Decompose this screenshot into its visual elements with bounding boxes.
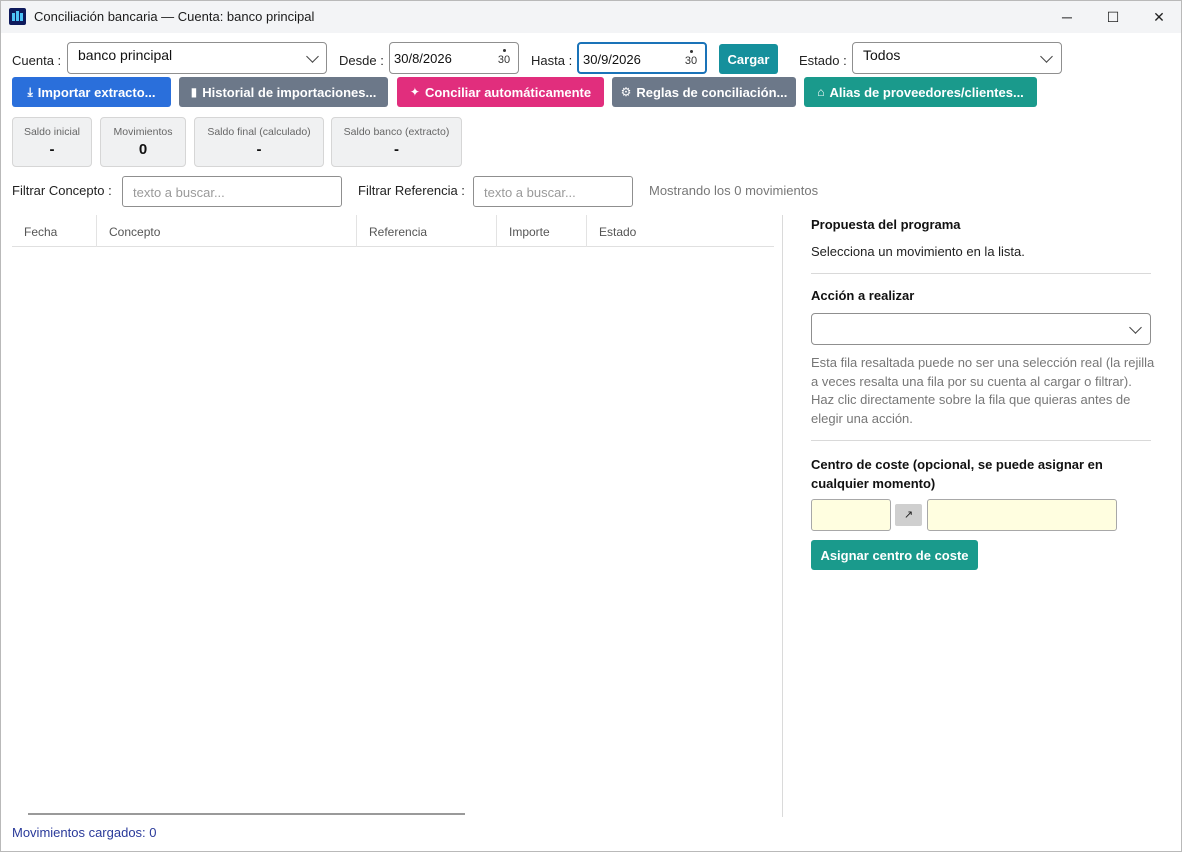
calendar-icon[interactable]: 30	[496, 47, 512, 69]
cuenta-select[interactable]: banco principal	[67, 42, 327, 74]
open-link-icon[interactable]: ↗	[895, 504, 922, 526]
hasta-date-picker[interactable]: 30/9/2026 30	[577, 42, 707, 74]
column-header-referencia[interactable]: Referencia	[357, 215, 497, 247]
estado-select[interactable]: Todos	[852, 42, 1062, 74]
historial-importaciones-button[interactable]: ▮ Historial de importaciones...	[179, 77, 388, 107]
saldo-final-label: Saldo final (calculado)	[207, 126, 311, 138]
column-header-importe[interactable]: Importe	[497, 215, 587, 247]
gear-icon: ⚙	[620, 85, 632, 99]
saldo-banco-label: Saldo banco (extracto)	[343, 126, 450, 138]
saldo-banco-value: -	[394, 141, 399, 158]
panel-divider[interactable]	[782, 215, 783, 817]
asignar-centro-coste-button[interactable]: Asignar centro de coste	[811, 540, 978, 570]
column-header-estado[interactable]: Estado	[587, 215, 774, 247]
movimientos-card: Movimientos 0	[100, 117, 186, 167]
title-bar: Conciliación bancaria — Cuenta: banco pr…	[1, 1, 1181, 33]
alias-button[interactable]: ⌂ Alias de proveedores/clientes...	[804, 77, 1037, 107]
movimientos-value: 0	[138, 141, 148, 158]
saldo-final-card: Saldo final (calculado) -	[194, 117, 324, 167]
centro-coste-name-input[interactable]	[927, 499, 1117, 531]
minimize-button[interactable]: ─	[1044, 1, 1090, 33]
saldo-inicial-card: Saldo inicial -	[12, 117, 92, 167]
divider	[811, 440, 1151, 441]
centro-coste-title: Centro de coste (opcional, se puede asig…	[811, 457, 1103, 491]
cuenta-value: banco principal	[78, 47, 173, 63]
movements-table-header: Fecha Concepto Referencia Importe Estado	[12, 215, 774, 247]
hasta-value: 30/9/2026	[583, 52, 641, 67]
desde-value: 30/8/2026	[394, 51, 452, 66]
conciliar-automaticamente-button[interactable]: ✦ Conciliar automáticamente	[397, 77, 604, 107]
tag-icon: ⌂	[817, 85, 825, 99]
desde-label: Desde :	[339, 53, 384, 68]
loaded-count: Movimientos cargados: 0	[12, 825, 157, 840]
filtrar-referencia-label: Filtrar Referencia :	[358, 183, 465, 198]
cuenta-label: Cuenta :	[12, 53, 62, 68]
saldo-final-value: -	[256, 141, 262, 158]
trash-icon: ▮	[190, 85, 198, 99]
filtrar-referencia-input[interactable]: texto a buscar...	[473, 176, 633, 207]
saldo-banco-card: Saldo banco (extracto) -	[331, 117, 462, 167]
selection-note: Esta fila resaltada puede no ser una sel…	[811, 355, 1155, 427]
saldo-inicial-label: Saldo inicial	[23, 126, 81, 138]
filtrar-concepto-placeholder: texto a buscar...	[133, 185, 225, 200]
column-header-fecha[interactable]: Fecha	[12, 215, 97, 247]
centro-coste-code-input[interactable]	[811, 499, 891, 531]
maximize-button[interactable]: ☐	[1090, 1, 1136, 33]
movimientos-label: Movimientos	[113, 126, 173, 138]
window-title: Conciliación bancaria — Cuenta: banco pr…	[34, 9, 315, 24]
importar-extracto-button[interactable]: ⤓ Importar extracto...	[12, 77, 171, 107]
chevron-down-icon	[306, 50, 319, 63]
accion-select[interactable]	[811, 313, 1151, 345]
filtrar-referencia-placeholder: texto a buscar...	[484, 185, 576, 200]
filtrar-concepto-input[interactable]: texto a buscar...	[122, 176, 342, 207]
hasta-label: Hasta :	[531, 53, 573, 68]
desde-date-picker[interactable]: 30/8/2026 30	[389, 42, 519, 74]
download-icon: ⤓	[27, 84, 33, 99]
app-logo-icon	[9, 8, 26, 25]
chevron-down-icon	[1129, 321, 1142, 334]
divider	[811, 273, 1151, 274]
estado-label: Estado :	[799, 53, 847, 68]
main-window: Conciliación bancaria — Cuenta: banco pr…	[0, 0, 1182, 852]
showing-count: Mostrando los 0 movimientos	[649, 183, 819, 198]
propuesta-title: Propuesta del programa	[811, 217, 961, 232]
chevron-down-icon	[1040, 50, 1053, 63]
saldo-inicial-value: -	[49, 141, 55, 158]
close-button[interactable]: ✕	[1136, 1, 1182, 33]
horizontal-scrollbar[interactable]	[28, 813, 465, 815]
estado-value: Todos	[863, 47, 901, 63]
cargar-button[interactable]: Cargar	[719, 44, 778, 74]
accion-title: Acción a realizar	[811, 288, 915, 303]
column-header-concepto[interactable]: Concepto	[97, 215, 357, 247]
calendar-icon[interactable]: 30	[683, 48, 699, 70]
sparkle-icon: ✦	[409, 85, 420, 99]
reglas-conciliacion-button[interactable]: ⚙ Reglas de conciliación...	[612, 77, 796, 107]
propuesta-text: Selecciona un movimiento en la lista.	[811, 244, 1025, 259]
filtrar-concepto-label: Filtrar Concepto :	[12, 183, 112, 198]
